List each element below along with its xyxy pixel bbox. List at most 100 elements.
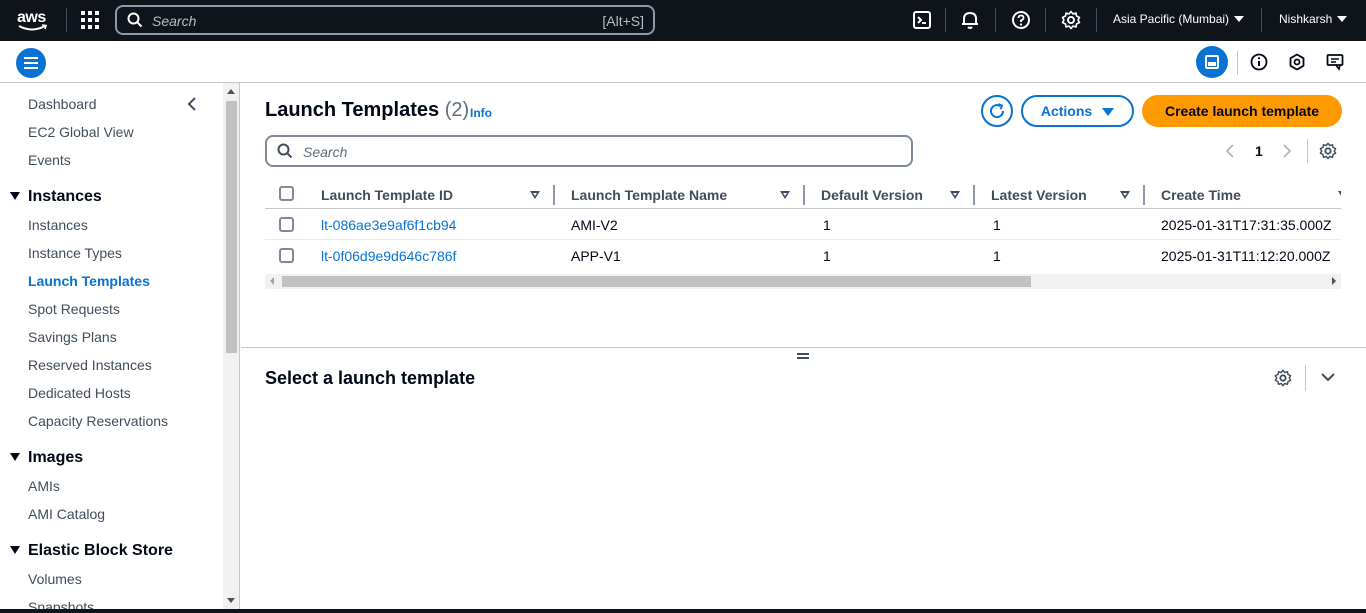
split-panel-title: Select a launch template [265, 368, 476, 388]
sidebar-item-instances[interactable]: Instances [28, 217, 88, 233]
sort-icon[interactable] [1120, 191, 1130, 199]
global-search-input[interactable]: Search [Alt+S] [115, 5, 655, 35]
caret-down-icon [1102, 108, 1115, 116]
template-id-link[interactable]: lt-086ae3e9af6f1cb94 [321, 217, 456, 233]
scroll-up-arrow-icon[interactable] [227, 89, 235, 94]
scroll-right-arrow-icon[interactable] [1332, 277, 1336, 285]
sidebar-item-amis[interactable]: AMIs [28, 478, 60, 494]
row-checkbox[interactable] [279, 248, 294, 263]
sort-icon[interactable] [780, 191, 790, 199]
topbar-divider [1045, 8, 1046, 32]
search-placeholder: Search [152, 13, 197, 29]
column-resizer[interactable] [803, 185, 805, 205]
table-search-placeholder: Search [303, 144, 348, 160]
split-panel-toggle-button[interactable] [1196, 46, 1228, 78]
navigation-menu-button[interactable] [16, 48, 46, 78]
actions-dropdown-button[interactable]: Actions [1021, 95, 1134, 127]
column-header-launch-template-id[interactable]: Launch Template ID [321, 187, 453, 203]
topbar-divider [995, 8, 996, 32]
help-icon[interactable] [1011, 10, 1031, 30]
page-title: Launch Templates (2) [265, 99, 469, 122]
subbar-divider [1237, 51, 1238, 75]
column-header-latest-version[interactable]: Latest Version [991, 187, 1087, 203]
panel-icon [1205, 55, 1219, 69]
default-version: 1 [823, 217, 831, 233]
launch-templates-table: Launch Template ID Launch Template Name … [265, 179, 1341, 289]
table-horizontal-scrollbar[interactable] [265, 274, 1341, 289]
account-menu[interactable]: Nishkarsh [1279, 12, 1348, 26]
hexagon-settings-icon[interactable] [1288, 53, 1306, 71]
caret-down-icon [1337, 16, 1348, 22]
sidebar-section-images[interactable]: Images [10, 449, 83, 467]
console-subbar [0, 41, 1366, 83]
sidebar-item-events[interactable]: Events [28, 152, 71, 168]
column-resizer[interactable] [1143, 185, 1145, 205]
sort-icon[interactable] [530, 191, 540, 199]
next-page-icon[interactable] [1282, 144, 1292, 158]
gear-icon[interactable] [1061, 10, 1081, 30]
sort-icon[interactable] [1338, 191, 1341, 199]
template-name: APP-V1 [571, 248, 621, 264]
sidebar-section-elastic-block-store[interactable]: Elastic Block Store [10, 542, 173, 560]
topbar-divider [66, 8, 67, 32]
search-shortcut: [Alt+S] [602, 13, 644, 29]
column-header-launch-template-name[interactable]: Launch Template Name [571, 187, 727, 203]
chevron-down-icon[interactable] [1321, 372, 1335, 382]
sidebar-item-launch-templates[interactable]: Launch Templates [28, 273, 150, 289]
sidebar-scrollbar-thumb[interactable] [226, 101, 237, 353]
column-resizer[interactable] [973, 185, 975, 205]
sidebar-section-instances[interactable]: Instances [10, 188, 102, 206]
info-link[interactable]: Info [470, 106, 492, 120]
create-time: 2025-01-31T11:12:20.000Z [1161, 248, 1331, 264]
topbar-divider [1261, 8, 1262, 32]
row-checkbox[interactable] [279, 217, 294, 232]
table-scrollbar-thumb[interactable] [282, 276, 1031, 287]
topbar-divider [1096, 8, 1097, 32]
refresh-icon [990, 103, 1005, 119]
pagination-divider [1307, 139, 1308, 163]
previous-page-icon[interactable] [1225, 144, 1235, 158]
aws-logo[interactable]: aws [16, 6, 50, 34]
column-header-default-version[interactable]: Default Version [821, 187, 923, 203]
create-time: 2025-01-31T17:31:35.000Z [1161, 217, 1332, 233]
sidebar-item-savings-plans[interactable]: Savings Plans [28, 329, 117, 345]
topbar-divider [945, 8, 946, 32]
column-resizer[interactable] [553, 185, 555, 205]
region-selector[interactable]: Asia Pacific (Mumbai) [1113, 12, 1245, 26]
scroll-down-arrow-icon[interactable] [227, 598, 235, 603]
page-title-text: Launch Templates [265, 99, 440, 121]
sidebar-item-dedicated-hosts[interactable]: Dedicated Hosts [28, 385, 131, 401]
sidebar-item-reserved-instances[interactable]: Reserved Instances [28, 357, 152, 373]
top-navigation-bar: aws Search [Alt+S] Asia Pacific (Mumbai)… [0, 0, 1366, 41]
sidebar-item-ec2-global-view[interactable]: EC2 Global View [28, 124, 134, 140]
sort-icon[interactable] [950, 191, 960, 199]
split-panel-resize-handle[interactable] [797, 353, 809, 359]
select-all-checkbox[interactable] [279, 186, 294, 201]
table-search-input[interactable]: Search [265, 135, 913, 167]
caret-down-icon [1234, 16, 1245, 22]
sidebar-item-ami-catalog[interactable]: AMI Catalog [28, 506, 105, 522]
sidebar-item-capacity-reservations[interactable]: Capacity Reservations [28, 413, 168, 429]
services-grid-icon[interactable] [81, 11, 99, 29]
expand-triangle-icon [10, 546, 20, 554]
cloudshell-icon[interactable] [912, 10, 932, 30]
sidebar-item-dashboard[interactable]: Dashboard [28, 96, 97, 112]
table-preferences-gear-icon[interactable] [1319, 142, 1337, 160]
expand-triangle-icon [10, 192, 20, 200]
current-page-number[interactable]: 1 [1255, 143, 1263, 159]
side-navigation: Dashboard EC2 Global View Events Instanc… [0, 83, 240, 613]
scroll-left-arrow-icon[interactable] [270, 277, 274, 285]
split-panel-preferences-gear-icon[interactable] [1274, 369, 1292, 387]
feedback-icon[interactable] [1326, 53, 1344, 71]
sidebar-item-volumes[interactable]: Volumes [28, 571, 82, 587]
sidebar-item-spot-requests[interactable]: Spot Requests [28, 301, 120, 317]
create-launch-template-button[interactable]: Create launch template [1142, 95, 1342, 127]
bell-icon[interactable] [960, 10, 980, 30]
collapse-sidebar-icon[interactable] [186, 97, 198, 111]
template-id-link[interactable]: lt-0f06d9e9d646c786f [321, 248, 456, 264]
latest-version: 1 [993, 217, 1001, 233]
refresh-button[interactable] [981, 95, 1013, 127]
sidebar-item-instance-types[interactable]: Instance Types [28, 245, 122, 261]
info-icon[interactable] [1250, 53, 1268, 71]
column-header-create-time[interactable]: Create Time [1161, 187, 1241, 203]
